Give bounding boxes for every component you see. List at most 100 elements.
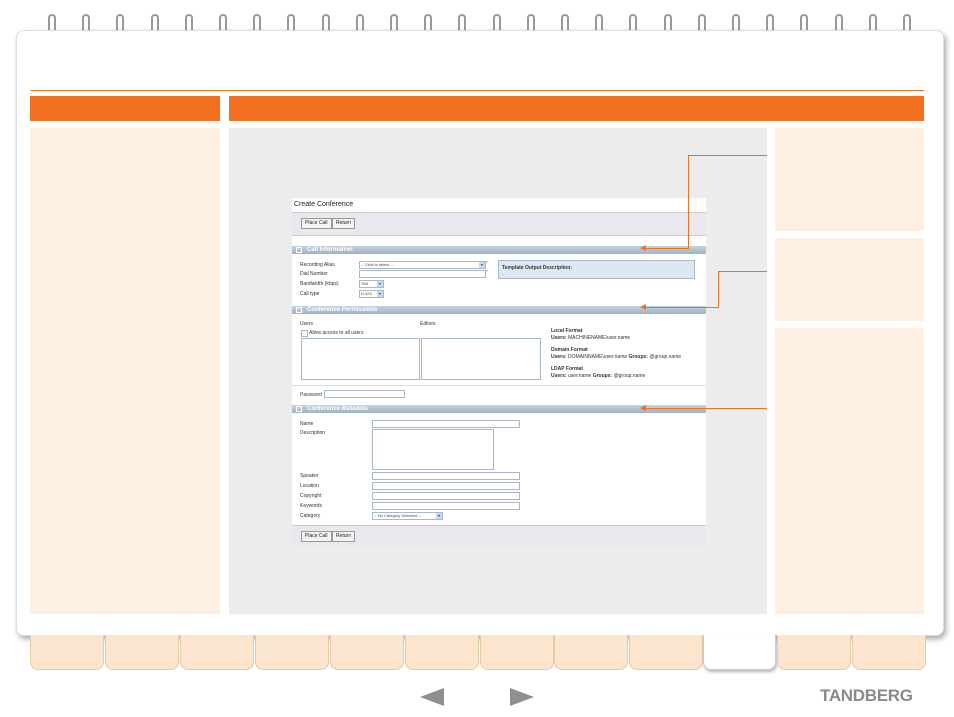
ldap-users-value: user.name [567, 373, 592, 379]
ring-hook [116, 14, 125, 30]
ldap-groups-value: @group.name [613, 373, 646, 379]
callout-line [718, 271, 767, 272]
nav-tab[interactable] [480, 635, 554, 670]
domain-format-title: Domain Format [551, 347, 588, 353]
password-input[interactable] [324, 390, 405, 398]
local-format-title: Local Format [551, 328, 583, 334]
bandwidth-label: Bandwidth (kbps) [300, 281, 339, 287]
callout-line [688, 155, 767, 156]
main-header-bar [229, 96, 924, 121]
ring-hook [526, 14, 535, 30]
ring-hook [766, 14, 775, 30]
nav-tab[interactable] [852, 635, 926, 670]
nav-tab[interactable] [554, 635, 628, 670]
callout-line [645, 248, 689, 249]
domain-groups-value: @group.name [649, 354, 682, 360]
ring-hook [868, 14, 877, 30]
dial-number-label: Dial Number [300, 271, 328, 277]
next-page-icon[interactable] [510, 688, 534, 706]
name-label: Name [300, 421, 314, 427]
chevron-down-icon: ▾ [377, 291, 383, 297]
keywords-input[interactable] [372, 502, 520, 510]
recording-alias-value: -- Click to select -- [361, 262, 394, 267]
left-panel [30, 128, 220, 614]
ldap-users-label: Users: [551, 373, 567, 379]
required-star: * [486, 270, 488, 276]
ring-hook [595, 14, 604, 30]
ring-hook [82, 14, 91, 30]
speaker-label: Speaker [300, 473, 319, 479]
right-panel-bottom [775, 328, 924, 614]
ring-hook [732, 14, 740, 30]
chevron-down-icon: ▾ [479, 262, 485, 268]
section-title: Conference Metadata [307, 406, 368, 412]
allow-all-checkbox[interactable] [301, 330, 308, 337]
ring-hook [150, 14, 159, 30]
domain-groups-label: Groups: [628, 354, 648, 360]
nav-tab[interactable] [777, 635, 851, 670]
local-users-label: Users: [551, 335, 567, 341]
left-header-bar [30, 96, 220, 121]
nav-tab[interactable] [255, 635, 329, 670]
place-call-button[interactable]: Place Call [301, 218, 332, 229]
place-call-button[interactable]: Place Call [301, 531, 332, 542]
editors-list[interactable] [421, 338, 541, 380]
nav-tab[interactable] [405, 635, 479, 670]
call-type-label: Call type [300, 291, 320, 297]
return-button[interactable]: Return [332, 218, 356, 229]
callout-line [645, 408, 767, 409]
location-input[interactable] [372, 482, 520, 490]
collapse-icon[interactable]: − [296, 307, 302, 313]
collapse-icon[interactable]: − [296, 247, 302, 253]
name-input[interactable] [372, 420, 520, 428]
ring-hook [321, 14, 330, 30]
allow-all-label: Allow access to all users [309, 330, 364, 336]
speaker-input[interactable] [372, 472, 520, 480]
ring-hook [424, 14, 433, 30]
ldap-format-title: LDAP Format [551, 366, 583, 372]
section-title: Conference Permissions [307, 307, 378, 313]
copyright-input[interactable] [372, 492, 520, 500]
ring-hook [184, 14, 193, 30]
return-button[interactable]: Return [332, 531, 356, 542]
description-textarea[interactable] [372, 429, 494, 470]
users-list[interactable] [301, 338, 420, 380]
callout-line [688, 155, 689, 248]
nav-tab[interactable] [30, 635, 104, 670]
chevron-down-icon: ▾ [436, 513, 442, 519]
nav-tab[interactable] [330, 635, 404, 670]
call-type-select[interactable]: H.323 ▾ [359, 290, 384, 298]
template-description-label: Template Output Description: [502, 265, 572, 271]
bandwidth-select[interactable]: 768 ▾ [359, 280, 384, 288]
nav-tab[interactable] [629, 635, 703, 670]
collapse-icon[interactable]: − [296, 406, 302, 412]
domain-users-value: DOMAINNAME\user.name [567, 354, 628, 360]
ldap-groups-label: Groups: [592, 373, 613, 379]
page-title: Create Conference [294, 201, 354, 208]
ring-hook [287, 14, 296, 30]
domain-users-label: Users: [551, 354, 567, 360]
top-toolbar: Place Call Return [292, 212, 706, 236]
previous-page-icon[interactable] [420, 688, 444, 706]
recording-alias-select[interactable]: -- Click to select -- ▾ [359, 261, 486, 269]
password-label: Password [300, 392, 322, 398]
tandberg-logo: TANDBERG [820, 686, 913, 705]
location-label: Location [300, 483, 319, 489]
category-select[interactable]: -- No Category Selected -- ▾ [372, 512, 443, 520]
chevron-down-icon: ▾ [377, 281, 383, 287]
editors-label: Editors [420, 321, 436, 327]
ring-hook [800, 14, 809, 30]
arrow-left-icon [640, 245, 646, 251]
arrow-left-icon [640, 405, 646, 411]
right-panel-top [775, 128, 924, 231]
callout-line [645, 307, 719, 308]
dial-number-input[interactable] [359, 270, 486, 278]
nav-tab[interactable] [180, 635, 254, 670]
nav-tab[interactable] [105, 635, 179, 670]
bandwidth-value: 768 [361, 281, 368, 286]
ring-hook [629, 14, 638, 30]
ring-hook [219, 14, 227, 30]
section-title: Call Information [307, 247, 353, 253]
nav-tab-active[interactable] [703, 635, 776, 670]
divider [292, 385, 706, 386]
